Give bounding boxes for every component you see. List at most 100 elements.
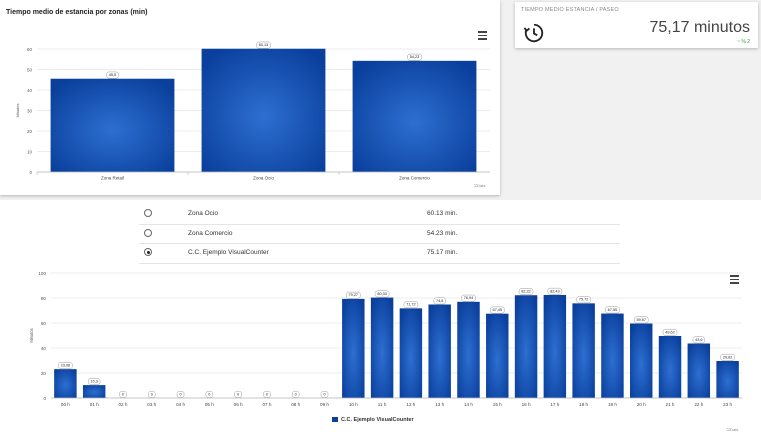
- data-label: 0: [323, 392, 325, 396]
- x-tick-label: 03 h: [147, 402, 156, 407]
- data-label: 43,6: [695, 338, 702, 342]
- bar: [543, 294, 567, 398]
- x-tick-label: 23 h: [723, 402, 732, 407]
- data-label: 0: [208, 392, 210, 396]
- bar: [54, 369, 77, 398]
- kpi-change: ~ % 2: [737, 39, 750, 45]
- bar: [658, 335, 682, 398]
- hourly-chart-card: Zona Ocio 60.13 min. Zona Comercio 54.23…: [0, 200, 761, 440]
- y-tick-label: 20: [41, 371, 47, 376]
- bar: [514, 295, 538, 398]
- y-tick-label: 80: [41, 296, 47, 301]
- data-label: 23,08: [61, 363, 71, 367]
- data-label: 82,43: [550, 289, 560, 293]
- data-label: 59,57: [636, 318, 646, 322]
- bar: [370, 297, 394, 398]
- y-tick-label: 30: [27, 108, 33, 113]
- chart-legend[interactable]: C.C. Ejemplo VisualCounter: [332, 417, 414, 423]
- hourly-bar-chart: 0 20 40 60 80 100 Minutos 23,08 00 h 10,3 01 h 0 02 …: [29, 271, 742, 407]
- y-tick-label: 40: [27, 88, 33, 93]
- legend-swatch: [332, 417, 338, 423]
- y-axis-label: Minutos: [15, 103, 20, 117]
- clock-history-icon: [523, 23, 544, 43]
- data-label: 79,27: [349, 293, 359, 297]
- data-label: 0: [295, 392, 297, 396]
- x-tick-label: 13 h: [435, 402, 444, 407]
- y-tick-label: 0: [43, 396, 46, 401]
- data-label: 45,5: [109, 73, 116, 77]
- data-label: 10,3: [90, 379, 97, 383]
- y-tick-label: 60: [41, 321, 47, 326]
- data-label: 80,33: [377, 292, 387, 296]
- bar: [457, 301, 480, 398]
- bar: [201, 48, 326, 172]
- data-label: 0: [122, 392, 124, 396]
- bar: [486, 313, 509, 398]
- bar: [630, 323, 653, 398]
- x-tick-label: Zona Comercio: [399, 176, 430, 181]
- x-tick-label: 07 h: [262, 402, 271, 407]
- bar: [352, 60, 477, 172]
- zone-stay-chart-card: Tiempo medio de estancia por zonas (min)…: [0, 0, 500, 195]
- y-tick-label: 10: [27, 149, 33, 154]
- x-tick-label: 16 h: [522, 402, 531, 407]
- bar: [399, 308, 423, 398]
- y-tick-label: 20: [27, 129, 33, 134]
- legend-label: C.C. Ejemplo VisualCounter: [341, 417, 414, 423]
- data-label: 67,55: [608, 308, 618, 312]
- data-label: 76,94: [464, 296, 474, 300]
- x-tick-label: 04 h: [176, 402, 185, 407]
- data-label: 54,23: [410, 55, 420, 59]
- x-tick-label: 01 h: [90, 402, 99, 407]
- x-tick-label: 11 h: [378, 402, 387, 407]
- y-tick-label: 0: [29, 170, 32, 175]
- bar: [82, 385, 106, 398]
- y-axis-label: Minutos: [29, 328, 34, 342]
- data-label: 75,72: [579, 298, 589, 302]
- data-label: 0: [151, 392, 153, 396]
- x-tick-label: 20 h: [637, 402, 646, 407]
- chart-credits[interactable]: ⎋Dats: [474, 183, 485, 188]
- x-tick-label: Zona Ocio: [253, 176, 274, 181]
- bar: [50, 78, 175, 172]
- y-tick-label: 50: [27, 67, 33, 72]
- data-label: 0: [237, 392, 239, 396]
- data-label: 60,13: [259, 43, 269, 47]
- x-tick-label: 17 h: [550, 402, 559, 407]
- x-tick-label: 08 h: [291, 402, 300, 407]
- x-tick-label: 22 h: [694, 402, 703, 407]
- zone-bar-chart: 0 10 20 30 40 50 60 Minutos 45,5 Zona Retail 60,13…: [15, 41, 490, 181]
- x-tick-label: 06 h: [234, 402, 243, 407]
- x-tick-label: 18 h: [579, 402, 588, 407]
- data-label: 82,22: [521, 290, 531, 294]
- x-tick-label: 05 h: [205, 402, 214, 407]
- x-tick-label: 12 h: [406, 402, 415, 407]
- chart-credits[interactable]: ⎋Dats: [727, 427, 738, 432]
- x-tick-label: 14 h: [464, 402, 473, 407]
- y-tick-label: 60: [27, 47, 33, 52]
- data-label: 74,8: [436, 299, 443, 303]
- x-tick-label: Zona Retail: [101, 176, 124, 181]
- data-label: 0: [266, 392, 268, 396]
- x-tick-label: 21 h: [666, 402, 675, 407]
- y-tick-label: 40: [41, 346, 47, 351]
- bar: [716, 360, 739, 398]
- x-tick-label: 10 h: [349, 402, 358, 407]
- data-label: 29,62: [723, 355, 733, 359]
- kpi-card: TIEMPO MEDIO ESTANCIA / PASEO 75,17 minu…: [515, 2, 758, 48]
- x-tick-label: 19 h: [608, 402, 617, 407]
- bar: [601, 313, 624, 398]
- data-label: 0: [180, 392, 182, 396]
- data-label: 49,62: [665, 330, 675, 334]
- bar: [428, 304, 451, 398]
- x-tick-label: 09 h: [320, 402, 329, 407]
- data-label: 71,72: [406, 303, 416, 307]
- bar: [342, 298, 365, 398]
- kpi-title: TIEMPO MEDIO ESTANCIA / PASEO: [521, 7, 619, 13]
- kpi-value: 75,17 minutos: [649, 19, 750, 36]
- data-label: 67,45: [493, 308, 503, 312]
- x-tick-label: 15 h: [493, 402, 502, 407]
- x-tick-label: 00 h: [61, 402, 70, 407]
- y-tick-label: 100: [38, 271, 46, 276]
- x-tick-label: 02 h: [119, 402, 128, 407]
